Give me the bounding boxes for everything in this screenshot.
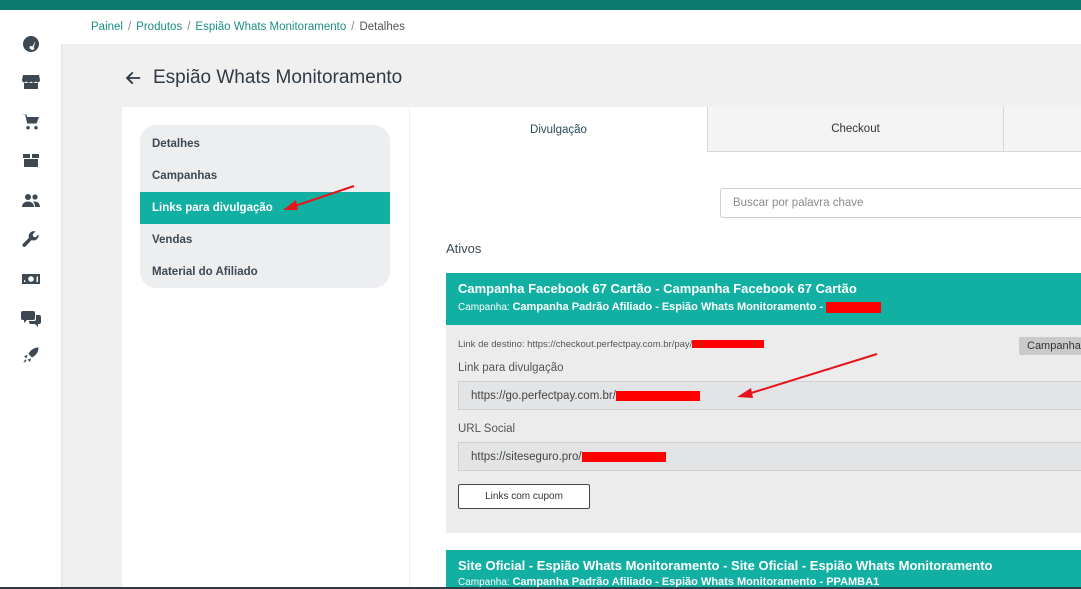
campaign-header: Site Oficial - Espião Whats Monitorament… [446,550,1081,589]
chat-icon[interactable] [20,307,42,329]
campaign-sub-prefix: Campanha: [458,302,510,313]
redaction-mark [581,451,666,462]
destination-link: Link de destino: https://checkout.perfec… [458,339,765,350]
url-social-field[interactable]: https://siteseguro.pro/ [458,442,1081,471]
links-com-cupom-button[interactable]: Links com cupom [458,484,590,509]
destination-link-text: Link de destino: https://checkout.perfec… [458,339,693,350]
campaign-header: Campanha Facebook 67 Cartão - Campanha F… [446,273,1081,325]
money-icon[interactable] [20,268,42,290]
breadcrumb: Painel / Produtos / Espião Whats Monitor… [61,10,1081,44]
breadcrumb-separator: / [351,21,355,33]
campaign-title: Site Oficial - Espião Whats Monitorament… [458,558,993,573]
page-title: Espião Whats Monitoramento [153,67,403,88]
campaign-card: Site Oficial - Espião Whats Monitorament… [446,550,1081,589]
campaign-card: Campanha Facebook 67 Cartão - Campanha F… [446,273,1081,533]
url-social-label: URL Social [458,423,516,435]
product-menu-card: Detalhes Campanhas Links para divulgação… [122,107,409,589]
link-divulgacao-field[interactable]: https://go.perfectpay.com.br/ [458,381,1081,410]
campaign-sub-value: Campanha Padrão Afiliado - Espião Whats … [512,301,824,313]
campaign-body: Link de destino: https://checkout.perfec… [446,325,1081,533]
tabs: Divulgação Checkout [410,107,1081,152]
speedometer-icon[interactable] [20,33,42,55]
breadcrumb-link-painel[interactable]: Painel [91,21,123,33]
redaction-mark [692,340,765,349]
breadcrumb-separator: / [127,21,132,33]
url-social-value: https://siteseguro.pro/ [471,450,582,463]
wrench-icon[interactable] [20,228,42,250]
rocket-icon[interactable] [20,344,42,366]
menu-item-campanhas[interactable]: Campanhas [140,160,390,192]
product-menu: Detalhes Campanhas Links para divulgação… [140,125,390,288]
redaction-mark [615,390,700,401]
users-icon[interactable] [20,190,42,212]
back-arrow-icon[interactable] [124,68,144,88]
section-label-ativos: Ativos [446,241,482,256]
breadcrumb-link-product[interactable]: Espião Whats Monitoramento [195,21,346,33]
store-icon[interactable] [20,71,42,93]
link-divulgacao-label: Link para divulgação [458,362,564,374]
menu-item-detalhes[interactable]: Detalhes [140,128,390,160]
menu-item-material-afiliado[interactable]: Material do Afiliado [140,256,390,288]
link-divulgacao-value: https://go.perfectpay.com.br/ [471,389,616,402]
campaign-badge: Campanha [1019,337,1081,355]
menu-item-links-divulgacao[interactable]: Links para divulgação [140,192,390,224]
cart-icon[interactable] [20,111,42,133]
sidebar [0,10,61,589]
breadcrumb-current: Detalhes [359,21,405,33]
redaction-mark [825,301,881,313]
campaign-subtitle: Campanha: Campanha Padrão Afiliado - Esp… [458,300,1069,315]
campaign-title: Campanha Facebook 67 Cartão - Campanha F… [458,281,857,296]
top-accent-bar [0,0,1081,10]
tab-checkout[interactable]: Checkout [707,107,1003,152]
tab-more[interactable] [1003,107,1081,152]
links-content-card: Divulgação Checkout Ativos Campanha Face… [410,107,1081,589]
box-icon[interactable] [20,149,42,171]
breadcrumb-link-produtos[interactable]: Produtos [136,21,182,33]
tab-divulgacao[interactable]: Divulgação [410,107,707,152]
search-input[interactable] [720,188,1081,218]
breadcrumb-separator: / [187,21,191,33]
menu-item-vendas[interactable]: Vendas [140,224,390,256]
page-header: Espião Whats Monitoramento [124,64,402,92]
